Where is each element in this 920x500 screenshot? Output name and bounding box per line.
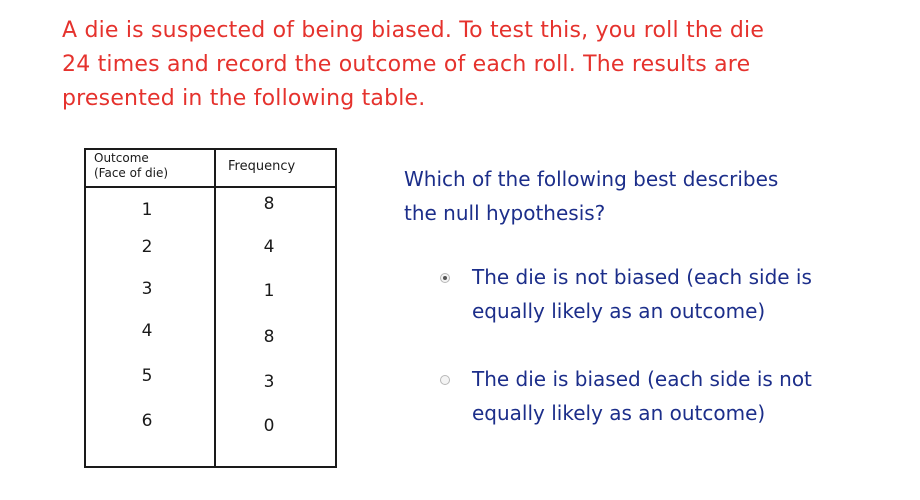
table-cell-frequency: 4 — [263, 237, 275, 257]
table-cell-frequency: 0 — [263, 416, 275, 436]
question-text: Which of the following best describes th… — [404, 162, 864, 230]
table-cell-outcome: 5 — [141, 366, 153, 386]
table-cell-frequency: 8 — [263, 194, 275, 214]
question-line-2: the null hypothesis? — [404, 201, 606, 225]
table-cell-outcome: 1 — [141, 200, 153, 220]
table-header-frequency: Frequency — [228, 159, 296, 174]
option-biased-line1: The die is biased (each side is not — [472, 367, 812, 391]
table-cell-frequency: 8 — [263, 327, 275, 347]
option-not-biased[interactable]: The die is not biased (each side is equa… — [440, 260, 860, 328]
question-line-1: Which of the following best describes — [404, 167, 779, 191]
table-header-outcome-line2: (Face of die) — [94, 166, 169, 180]
table-cell-outcome: 2 — [141, 237, 153, 257]
option-biased-line2: equally likely as an outcome) — [472, 401, 766, 425]
radio-button[interactable] — [440, 375, 450, 385]
table-cell-outcome: 4 — [141, 321, 153, 341]
problem-statement: A die is suspected of being biased. To t… — [62, 14, 862, 116]
problem-line-3: presented in the following table. — [62, 86, 426, 111]
table-column-divider — [214, 150, 216, 466]
option-biased[interactable]: The die is biased (each side is not equa… — [440, 362, 860, 430]
radio-button-selected[interactable] — [440, 273, 450, 283]
table-cell-outcome: 6 — [141, 411, 153, 431]
option-not-biased-line1: The die is not biased (each side is — [472, 265, 812, 289]
table-header-outcome-line1: Outcome — [94, 151, 149, 165]
option-not-biased-line2: equally likely as an outcome) — [472, 299, 766, 323]
table-cell-outcome: 3 — [141, 279, 153, 299]
table-header-divider — [86, 186, 335, 188]
problem-line-1: A die is suspected of being biased. To t… — [62, 18, 765, 43]
table-cell-frequency: 1 — [263, 281, 275, 301]
frequency-table: Outcome (Face of die) Frequency 1 8 2 4 … — [84, 148, 337, 468]
table-header-outcome: Outcome (Face of die) — [94, 151, 212, 181]
problem-line-2: 24 times and record the outcome of each … — [62, 52, 751, 77]
table-cell-frequency: 3 — [263, 372, 275, 392]
